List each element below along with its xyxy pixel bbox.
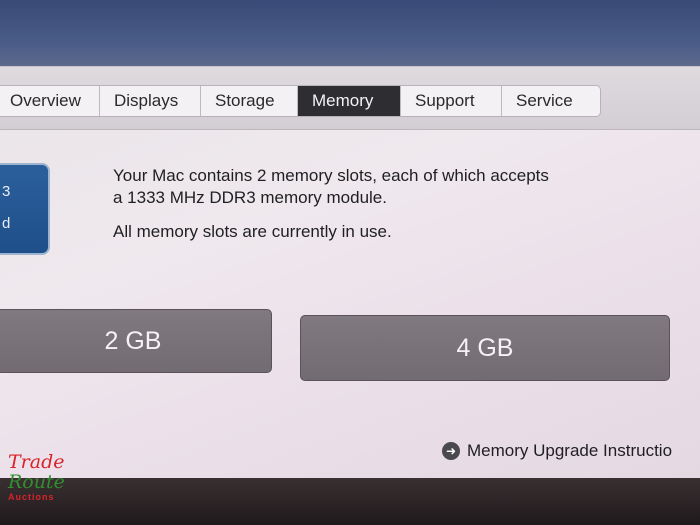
tab-displays[interactable]: Displays [100, 86, 201, 116]
tab-service[interactable]: Service [502, 86, 600, 116]
memory-device-icon: 3 d [0, 163, 50, 255]
memory-description-line-1: Your Mac contains 2 memory slots, each o… [113, 166, 549, 185]
toolbar: Overview Displays Storage Memory Support… [0, 67, 700, 130]
memory-upgrade-label: Memory Upgrade Instructio [467, 441, 673, 460]
memory-info: Your Mac contains 2 memory slots, each o… [113, 165, 633, 243]
tab-overview[interactable]: Overview [0, 86, 100, 116]
trade-route-watermark: Trade Route Auctions [8, 452, 74, 503]
device-icon-text-2: d [2, 215, 11, 232]
memory-slot-1: 2 GB [0, 309, 272, 373]
tab-support[interactable]: Support [401, 86, 502, 116]
watermark-line-1: Trade [8, 451, 65, 473]
device-icon-text-1: 3 [2, 183, 11, 200]
memory-upgrade-instructions-link[interactable]: ➜ Memory Upgrade Instructio [442, 441, 672, 461]
about-this-mac-window: Overview Displays Storage Memory Support… [0, 66, 700, 485]
desktop-bottom [0, 478, 700, 525]
tab-storage[interactable]: Storage [201, 86, 298, 116]
memory-slot-2: 4 GB [300, 315, 670, 381]
memory-description-line-2: a 1333 MHz DDR3 memory module. [113, 188, 387, 207]
tab-memory[interactable]: Memory [298, 86, 401, 116]
tab-bar: Overview Displays Storage Memory Support… [0, 85, 601, 117]
memory-status: All memory slots are currently in use. [113, 222, 392, 241]
watermark-line-2: Route [8, 471, 65, 493]
arrow-right-circle-icon: ➜ [442, 442, 460, 460]
watermark-line-3: Auctions [8, 492, 55, 502]
